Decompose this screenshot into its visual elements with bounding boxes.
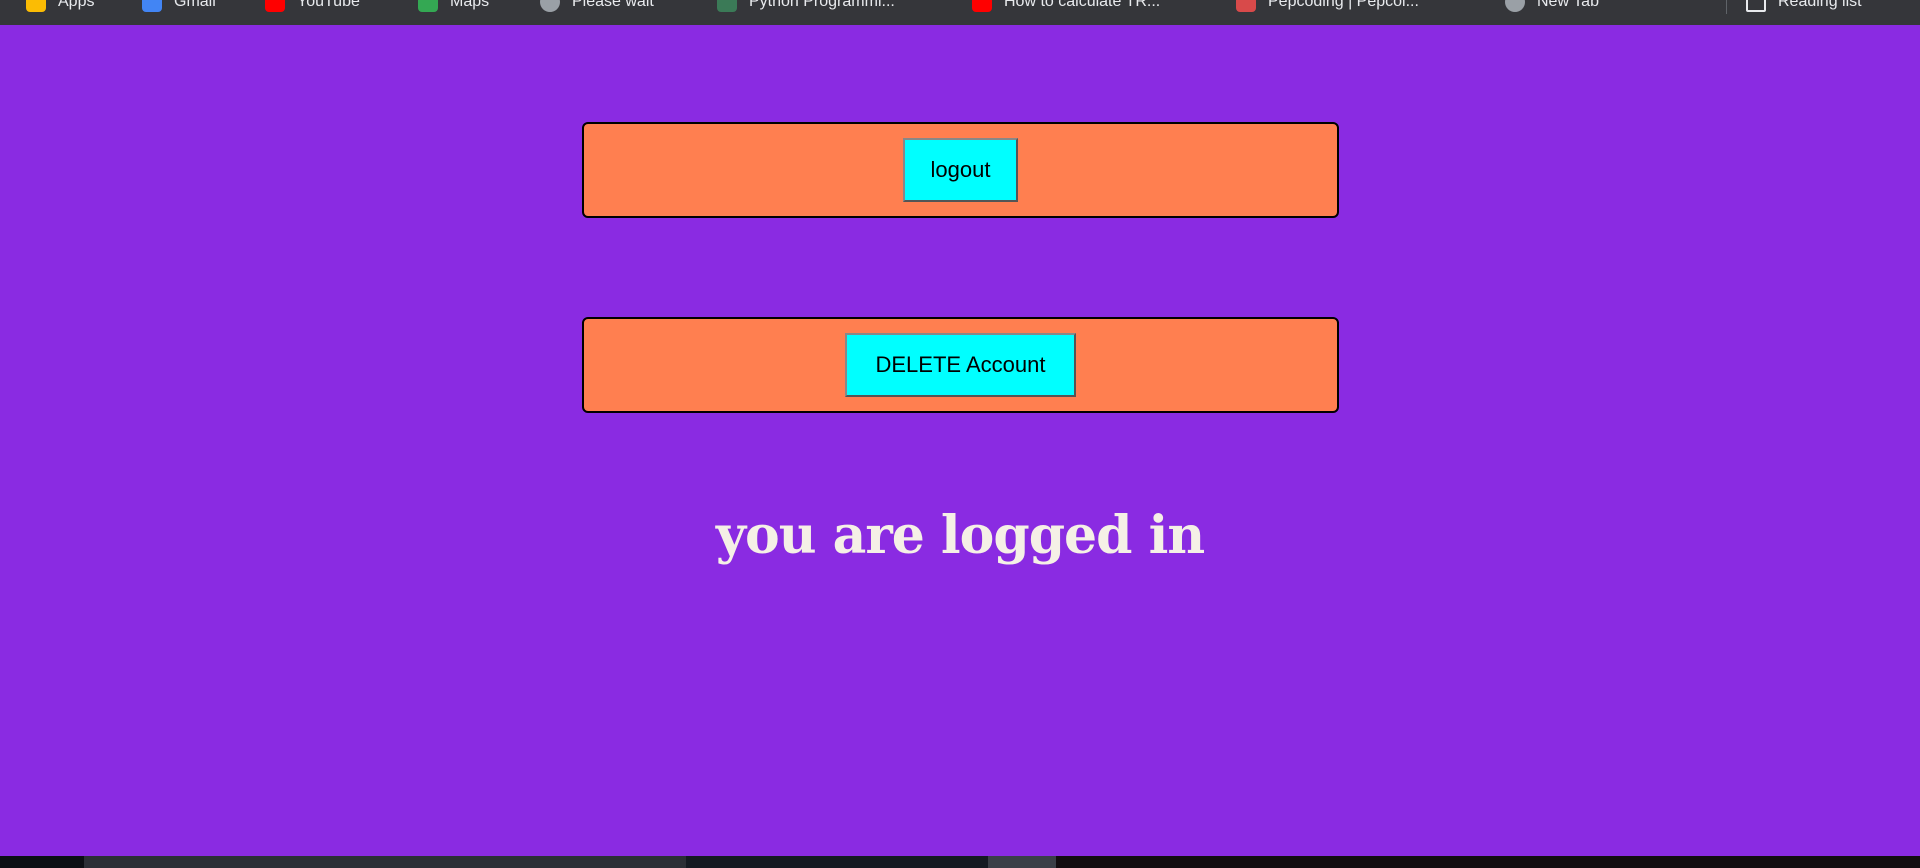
bookmark-label: YouTube [297,0,360,10]
bookmark-youtube[interactable]: YouTube [265,0,360,14]
python-icon [717,0,737,12]
gmail-icon [142,0,162,12]
youtube-icon [972,0,992,12]
globe-icon [540,0,560,12]
bookmark-calculate[interactable]: How to calculate TR... [972,0,1160,14]
bookmark-label: Maps [450,0,490,10]
bookmark-label: Please wait [572,0,654,10]
bookmark-please-wait[interactable]: Please wait [540,0,654,14]
bookmark-apps[interactable]: Apps [26,0,94,14]
delete-account-button[interactable]: DELETE Account [845,333,1076,397]
logout-panel: logout [582,122,1339,218]
delete-account-panel: DELETE Account [582,317,1339,413]
reading-list-button[interactable]: Reading list [1746,0,1862,14]
taskbar [0,856,1920,868]
logged-in-message: you are logged in [715,505,1205,566]
taskbar-segment [1056,856,1920,868]
globe-icon [1505,0,1525,12]
taskbar-segment [988,856,1056,868]
bookmark-gmail[interactable]: Gmail [142,0,216,14]
youtube-icon [265,0,285,12]
bookmark-label: Gmail [174,0,216,10]
bookmark-python[interactable]: Python Programmi... [717,0,895,14]
pepcoding-icon [1236,0,1256,12]
apps-grid-icon [26,0,46,12]
bookmark-label: Apps [58,0,95,10]
maps-icon [418,0,438,12]
logout-button[interactable]: logout [903,138,1018,202]
bookmark-label: Pepcoding | Pepcoi... [1268,0,1419,10]
bookmark-label: How to calculate TR... [1004,0,1161,10]
bookmarks-bar: Apps Gmail YouTube Maps Please wait Pyth… [0,0,1920,25]
taskbar-segment [84,856,686,868]
taskbar-segment [686,856,988,868]
bookmark-maps[interactable]: Maps [418,0,489,14]
reading-list-label: Reading list [1778,0,1862,10]
bookmark-label: Python Programmi... [749,0,895,10]
bookmark-pepcoding[interactable]: Pepcoding | Pepcoi... [1236,0,1419,14]
bookmarks-divider [1726,0,1727,14]
reading-list-icon [1746,0,1766,12]
bookmark-label: New Tab [1537,0,1599,10]
bookmark-new-tab[interactable]: New Tab [1505,0,1599,14]
